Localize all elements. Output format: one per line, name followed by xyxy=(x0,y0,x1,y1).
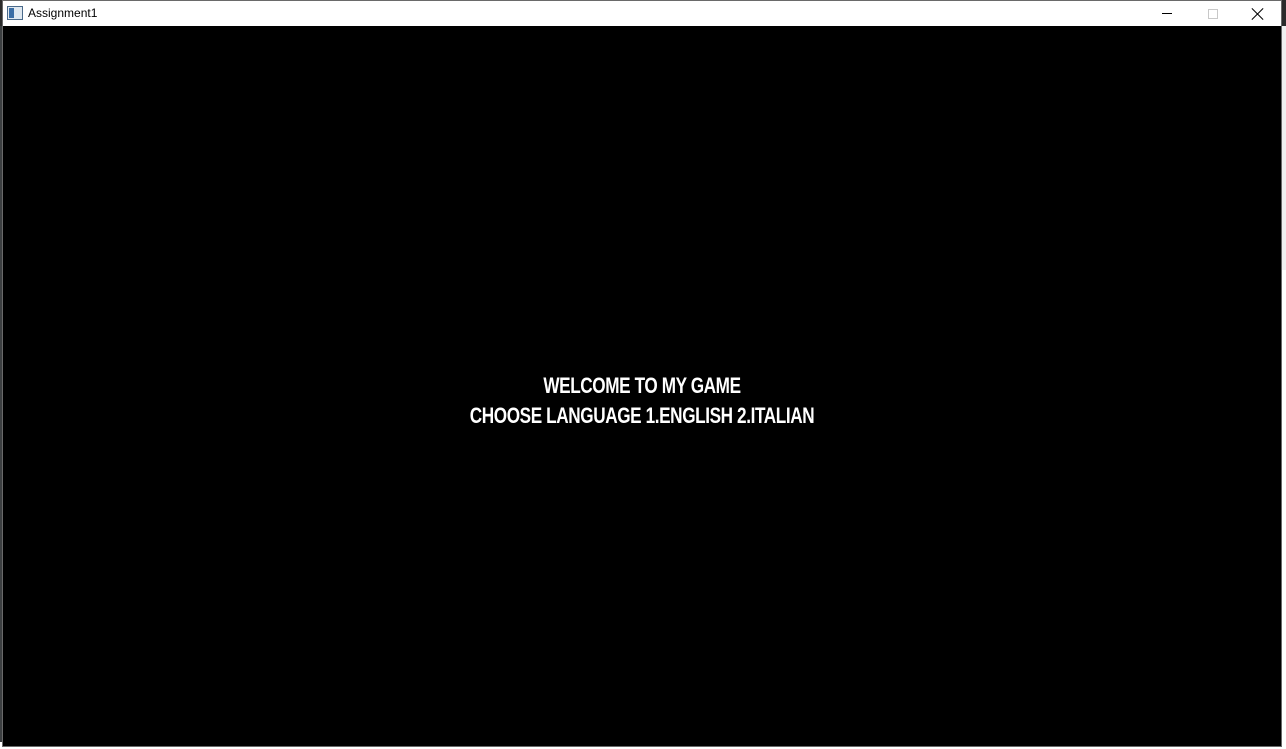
minimize-icon xyxy=(1162,13,1172,14)
language-prompt: CHOOSE LANGUAGE 1.ENGLISH 2.ITALIAN xyxy=(469,403,815,428)
close-icon xyxy=(1252,8,1264,20)
desktop-edge-right xyxy=(1282,26,1286,270)
maximize-button[interactable] xyxy=(1190,1,1236,26)
app-window: Assignment1 WELCOME TO MY GAME CHOOSE LA… xyxy=(2,0,1282,747)
app-window-icon[interactable] xyxy=(7,6,23,20)
game-canvas[interactable]: WELCOME TO MY GAME CHOOSE LANGUAGE 1.ENG… xyxy=(3,26,1281,746)
welcome-text: WELCOME TO MY GAME xyxy=(543,373,741,398)
close-button[interactable] xyxy=(1235,1,1281,26)
desktop-edge-right-lower xyxy=(1282,270,1286,748)
maximize-icon xyxy=(1208,8,1218,19)
title-bar[interactable]: Assignment1 xyxy=(3,1,1281,26)
window-title: Assignment1 xyxy=(28,6,98,20)
minimize-button[interactable] xyxy=(1144,1,1190,26)
